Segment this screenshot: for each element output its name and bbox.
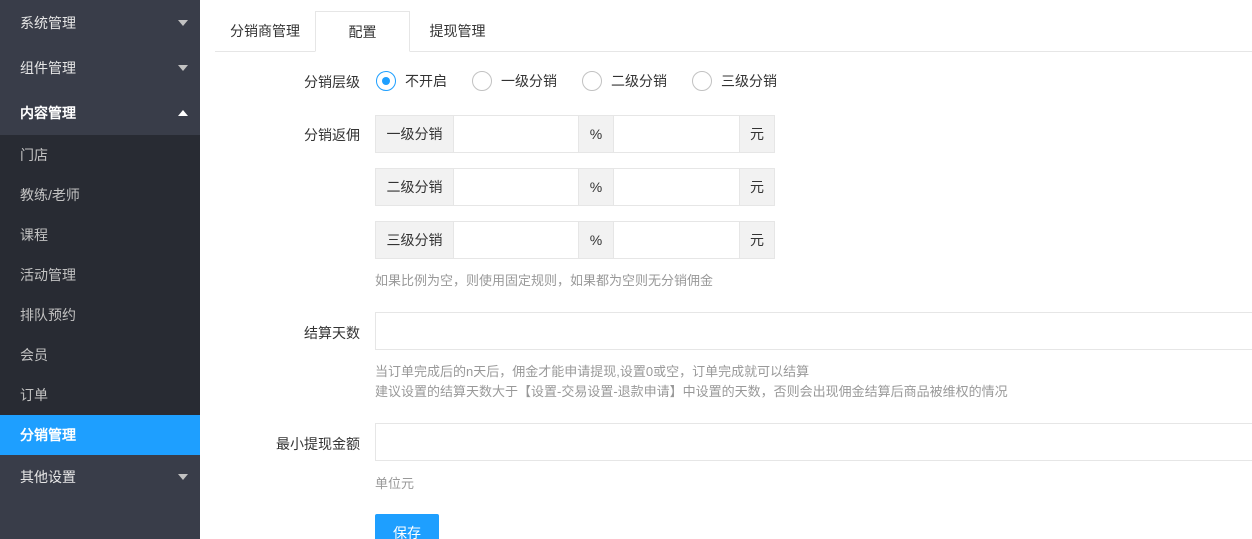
commission-amount-input[interactable] — [614, 168, 739, 206]
min-withdraw-hint: 单位元 — [375, 476, 415, 491]
save-button[interactable]: 保存 — [375, 514, 439, 539]
nav-group-label: 组件管理 — [20, 59, 76, 76]
sidebar-item-course[interactable]: 课程 — [0, 215, 200, 255]
sidebar-item-store[interactable]: 门店 — [0, 135, 200, 175]
chevron-down-icon — [178, 474, 188, 480]
commission-percent-input[interactable] — [454, 221, 578, 259]
commission-level-label: 三级分销 — [375, 221, 454, 259]
percent-unit: % — [578, 115, 614, 153]
radio-level-1[interactable]: 一级分销 — [472, 71, 557, 91]
chevron-down-icon — [178, 64, 188, 71]
settle-days-label: 结算天数 — [304, 325, 360, 341]
radio-label: 二级分销 — [611, 73, 667, 89]
nav-group-system[interactable]: 系统管理 — [0, 0, 200, 45]
commission-level-label: 一级分销 — [375, 115, 454, 153]
radio-level-2[interactable]: 二级分销 — [582, 71, 667, 91]
sidebar: 系统管理 组件管理 内容管理 门店 教练/老师 课程 活动管理 排队预约 会员 … — [0, 0, 200, 539]
min-withdraw-input[interactable] — [375, 423, 1252, 461]
level-label: 分销层级 — [304, 74, 360, 90]
tab-distributors[interactable]: 分销商管理 — [215, 11, 315, 52]
sidebar-item-activity[interactable]: 活动管理 — [0, 255, 200, 295]
sidebar-item-order[interactable]: 订单 — [0, 375, 200, 415]
radio-level-3[interactable]: 三级分销 — [692, 71, 777, 91]
commission-row-1: 一级分销 % 元 — [375, 115, 775, 153]
commission-hint: 如果比例为空，则使用固定规则，如果都为空则无分销佣金 — [375, 273, 714, 288]
commission-amount-input[interactable] — [614, 115, 739, 153]
radio-checked-icon — [376, 71, 396, 91]
sidebar-item-member[interactable]: 会员 — [0, 335, 200, 375]
chevron-up-icon — [178, 109, 188, 116]
chevron-down-icon — [178, 19, 188, 26]
commission-level-label: 二级分销 — [375, 168, 454, 206]
commission-label: 分销返佣 — [304, 127, 360, 143]
radio-level-none[interactable]: 不开启 — [376, 71, 447, 91]
tab-withdraw[interactable]: 提现管理 — [410, 11, 505, 52]
sidebar-item-queue[interactable]: 排队预约 — [0, 295, 200, 335]
settle-hint-2: 建议设置的结算天数大于【设置-交易设置-退款申请】中设置的天数，否则会出现佣金结… — [375, 384, 1008, 399]
percent-unit: % — [578, 168, 614, 206]
percent-unit: % — [578, 221, 614, 259]
commission-percent-input[interactable] — [454, 115, 578, 153]
commission-row-2: 二级分销 % 元 — [375, 168, 775, 206]
radio-unchecked-icon — [582, 71, 602, 91]
commission-amount-input[interactable] — [614, 221, 739, 259]
sidebar-item-distribution[interactable]: 分销管理 — [0, 415, 200, 455]
tab-bar: 分销商管理 配置 提现管理 — [215, 11, 1252, 52]
settle-hint-1: 当订单完成后的n天后，佣金才能申请提现,设置0或空，订单完成就可以结算 — [375, 364, 810, 379]
settle-days-input[interactable] — [375, 312, 1252, 350]
yuan-unit: 元 — [739, 168, 775, 206]
yuan-unit: 元 — [739, 115, 775, 153]
radio-label: 三级分销 — [721, 73, 777, 89]
commission-percent-input[interactable] — [454, 168, 578, 206]
min-withdraw-label: 最小提现金额 — [276, 436, 360, 452]
sidebar-item-coach[interactable]: 教练/老师 — [0, 175, 200, 215]
nav-group-label: 系统管理 — [20, 14, 76, 31]
radio-label: 一级分销 — [501, 73, 557, 89]
nav-group-components[interactable]: 组件管理 — [0, 45, 200, 90]
yuan-unit: 元 — [739, 221, 775, 259]
radio-unchecked-icon — [692, 71, 712, 91]
radio-unchecked-icon — [472, 71, 492, 91]
tab-config[interactable]: 配置 — [315, 11, 410, 52]
content-submenu: 门店 教练/老师 课程 活动管理 排队预约 会员 订单 分销管理 — [0, 135, 200, 455]
nav-group-content[interactable]: 内容管理 — [0, 90, 200, 135]
nav-group-label: 其他设置 — [20, 469, 76, 485]
nav-group-label: 内容管理 — [20, 104, 76, 121]
nav-group-other[interactable]: 其他设置 — [0, 455, 200, 499]
radio-label: 不开启 — [405, 73, 447, 89]
commission-row-3: 三级分销 % 元 — [375, 221, 775, 259]
